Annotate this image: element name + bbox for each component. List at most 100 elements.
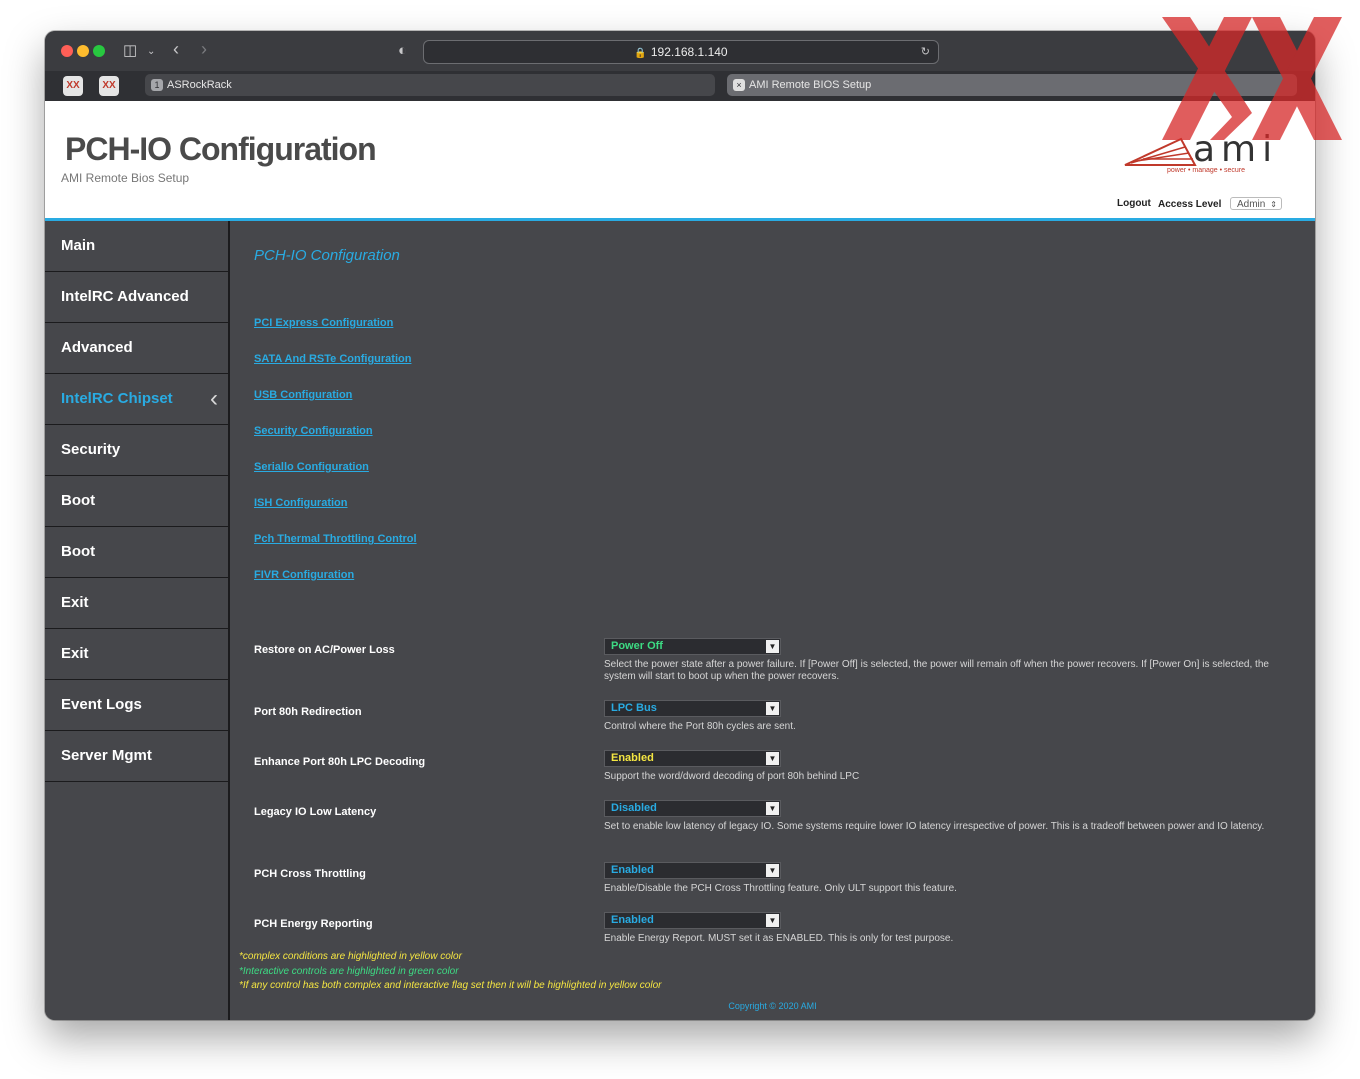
select-value: LPC Bus (611, 702, 657, 714)
chevron-up-down-icon: ⇕ (1270, 200, 1277, 209)
dropdown-arrow-icon: ▼ (766, 802, 779, 815)
zoom-window-button[interactable] (93, 45, 105, 57)
setting-help: Select the power state after a power fai… (604, 659, 1269, 682)
copyright: Copyright © 2020 AMI (728, 1001, 817, 1011)
port-80h-redirection-select[interactable]: LPC Bus ▼ (604, 700, 781, 717)
pinned-tab-icon[interactable]: XX (99, 76, 119, 96)
link-usb-configuration[interactable]: USB Configuration (254, 389, 417, 425)
link-pci-express-configuration[interactable]: PCI Express Configuration (254, 317, 417, 353)
sidebar-item-label: Event Logs (61, 696, 142, 713)
select-value: Power Off (611, 640, 663, 652)
setting-label: PCH Energy Reporting (254, 918, 373, 930)
sidebar-item-exit[interactable]: Exit (45, 578, 228, 629)
section-title: PCH-IO Configuration (254, 247, 400, 264)
chevron-left-icon: ‹ (210, 385, 218, 412)
select-value: Enabled (611, 914, 654, 926)
link-pch-thermal-throttling[interactable]: Pch Thermal Throttling Control (254, 533, 417, 569)
sidebar-item-label: Exit (61, 645, 89, 662)
sidebar-nav: Main IntelRC Advanced Advanced IntelRC C… (45, 221, 230, 1020)
select-value: Disabled (611, 802, 657, 814)
address-text: 192.168.1.140 (650, 45, 728, 59)
link-ish-configuration[interactable]: ISH Configuration (254, 497, 417, 533)
access-level-label: Access Level (1158, 199, 1222, 210)
watermark-logo-icon (1162, 17, 1342, 140)
link-security-configuration[interactable]: Security Configuration (254, 425, 417, 461)
page-subtitle: AMI Remote Bios Setup (61, 171, 190, 185)
dropdown-arrow-icon: ▼ (766, 914, 779, 927)
main-content: PCH-IO Configuration PCI Express Configu… (230, 221, 1315, 1020)
enhance-port-80h-lpc-select[interactable]: Enabled ▼ (604, 750, 781, 767)
browser-toolbar: ◫ ⌄ ‹ › ◐ 🔒 192.168.1.140 ↻ (45, 31, 1315, 71)
sidebar-item-label: Main (61, 237, 96, 254)
setting-label: Port 80h Redirection (254, 706, 362, 718)
setting-label: Legacy IO Low Latency (254, 806, 377, 818)
sidebar-item-label: Boot (61, 543, 96, 560)
logout-link[interactable]: Logout (1117, 198, 1151, 209)
sidebar-item-exit[interactable]: Exit (45, 629, 228, 680)
tab-label: ASRockRack (167, 79, 232, 91)
sidebar-item-label: Security (61, 441, 121, 458)
page-header: PCH-IO Configuration AMI Remote Bios Set… (45, 101, 1315, 221)
pch-energy-reporting-select[interactable]: Enabled ▼ (604, 912, 781, 929)
sidebar-item-label: Boot (61, 492, 96, 509)
sidebar-item-label: Advanced (61, 339, 133, 356)
sidebar-item-label: IntelRC Advanced (61, 288, 189, 305)
submenu-links: PCI Express Configuration SATA And RSTe … (254, 317, 417, 605)
sidebar-item-label: Server Mgmt (61, 747, 152, 764)
select-value: Enabled (611, 752, 654, 764)
note-complex: *complex conditions are highlighted in y… (239, 951, 462, 962)
sidebar-item-label: Exit (61, 594, 89, 611)
pinned-tab-icon[interactable]: XX (63, 76, 83, 96)
lock-icon: 🔒 (634, 48, 647, 59)
tab-badge: 1 (151, 79, 163, 91)
page-title: PCH-IO Configuration (65, 131, 377, 167)
reload-icon[interactable]: ↻ (921, 41, 930, 63)
note-both: *If any control has both complex and int… (239, 980, 662, 991)
dropdown-arrow-icon: ▼ (766, 640, 779, 653)
legend-notes: *complex conditions are highlighted in y… (239, 950, 661, 994)
sidebar-item-advanced[interactable]: Advanced (45, 323, 228, 374)
address-bar[interactable]: 🔒 192.168.1.140 ↻ (423, 40, 939, 64)
tab-asrockrack[interactable]: 1 ASRockRack (145, 74, 715, 96)
dropdown-arrow-icon: ▼ (766, 752, 779, 765)
logo-tagline: power • manage • secure (1167, 167, 1246, 174)
chevron-down-icon[interactable]: ⌄ (147, 44, 155, 59)
sidebar-item-server-mgmt[interactable]: Server Mgmt (45, 731, 228, 782)
restore-ac-power-loss-select[interactable]: Power Off ▼ (604, 638, 781, 655)
shield-icon[interactable]: ◐ (398, 43, 407, 58)
sidebar-item-main[interactable]: Main (45, 221, 228, 272)
access-level-select[interactable]: Admin ⇕ (1230, 197, 1282, 210)
setting-help: Set to enable low latency of legacy IO. … (604, 821, 1265, 832)
note-interactive: *Interactive controls are highlighted in… (239, 965, 459, 977)
sidebar-item-label: IntelRC Chipset (61, 390, 173, 407)
setting-label: Enhance Port 80h LPC Decoding (254, 756, 426, 768)
tab-bar: XX XX 1 ASRockRack × AMI Remote BIOS Set… (45, 71, 1315, 102)
sidebar-item-intelrc-chipset[interactable]: IntelRC Chipset ‹ (45, 374, 228, 425)
dropdown-arrow-icon: ▼ (766, 702, 779, 715)
legacy-io-low-latency-select[interactable]: Disabled ▼ (604, 800, 781, 817)
link-fivr-configuration[interactable]: FIVR Configuration (254, 569, 417, 605)
pch-cross-throttling-select[interactable]: Enabled ▼ (604, 862, 781, 879)
close-window-button[interactable] (61, 45, 73, 57)
forward-icon[interactable]: › (201, 40, 207, 58)
setting-label: PCH Cross Throttling (254, 868, 366, 880)
sidebar-item-security[interactable]: Security (45, 425, 228, 476)
link-sata-rste-configuration[interactable]: SATA And RSTe Configuration (254, 353, 417, 389)
setting-help: Control where the Port 80h cycles are se… (604, 721, 796, 732)
browser-window: ◫ ⌄ ‹ › ◐ 🔒 192.168.1.140 ↻ XX XX 1 ASRoc… (45, 31, 1315, 1020)
setting-help: Support the word/dword decoding of port … (604, 771, 860, 782)
sidebar-item-boot[interactable]: Boot (45, 476, 228, 527)
sidebar-item-event-logs[interactable]: Event Logs (45, 680, 228, 731)
sidebar-item-boot[interactable]: Boot (45, 527, 228, 578)
sidebar-toggle-icon[interactable]: ◫ (123, 43, 137, 58)
sidebar-item-intelrc-advanced[interactable]: IntelRC Advanced (45, 272, 228, 323)
tab-label: AMI Remote BIOS Setup (749, 79, 872, 91)
select-value: Enabled (611, 864, 654, 876)
access-level-value: Admin (1237, 199, 1266, 210)
setting-help: Enable/Disable the PCH Cross Throttling … (604, 883, 957, 894)
dropdown-arrow-icon: ▼ (766, 864, 779, 877)
back-icon[interactable]: ‹ (173, 40, 179, 58)
minimize-window-button[interactable] (77, 45, 89, 57)
link-seriallo-configuration[interactable]: Seriallo Configuration (254, 461, 417, 497)
setting-label: Restore on AC/Power Loss (254, 644, 395, 656)
